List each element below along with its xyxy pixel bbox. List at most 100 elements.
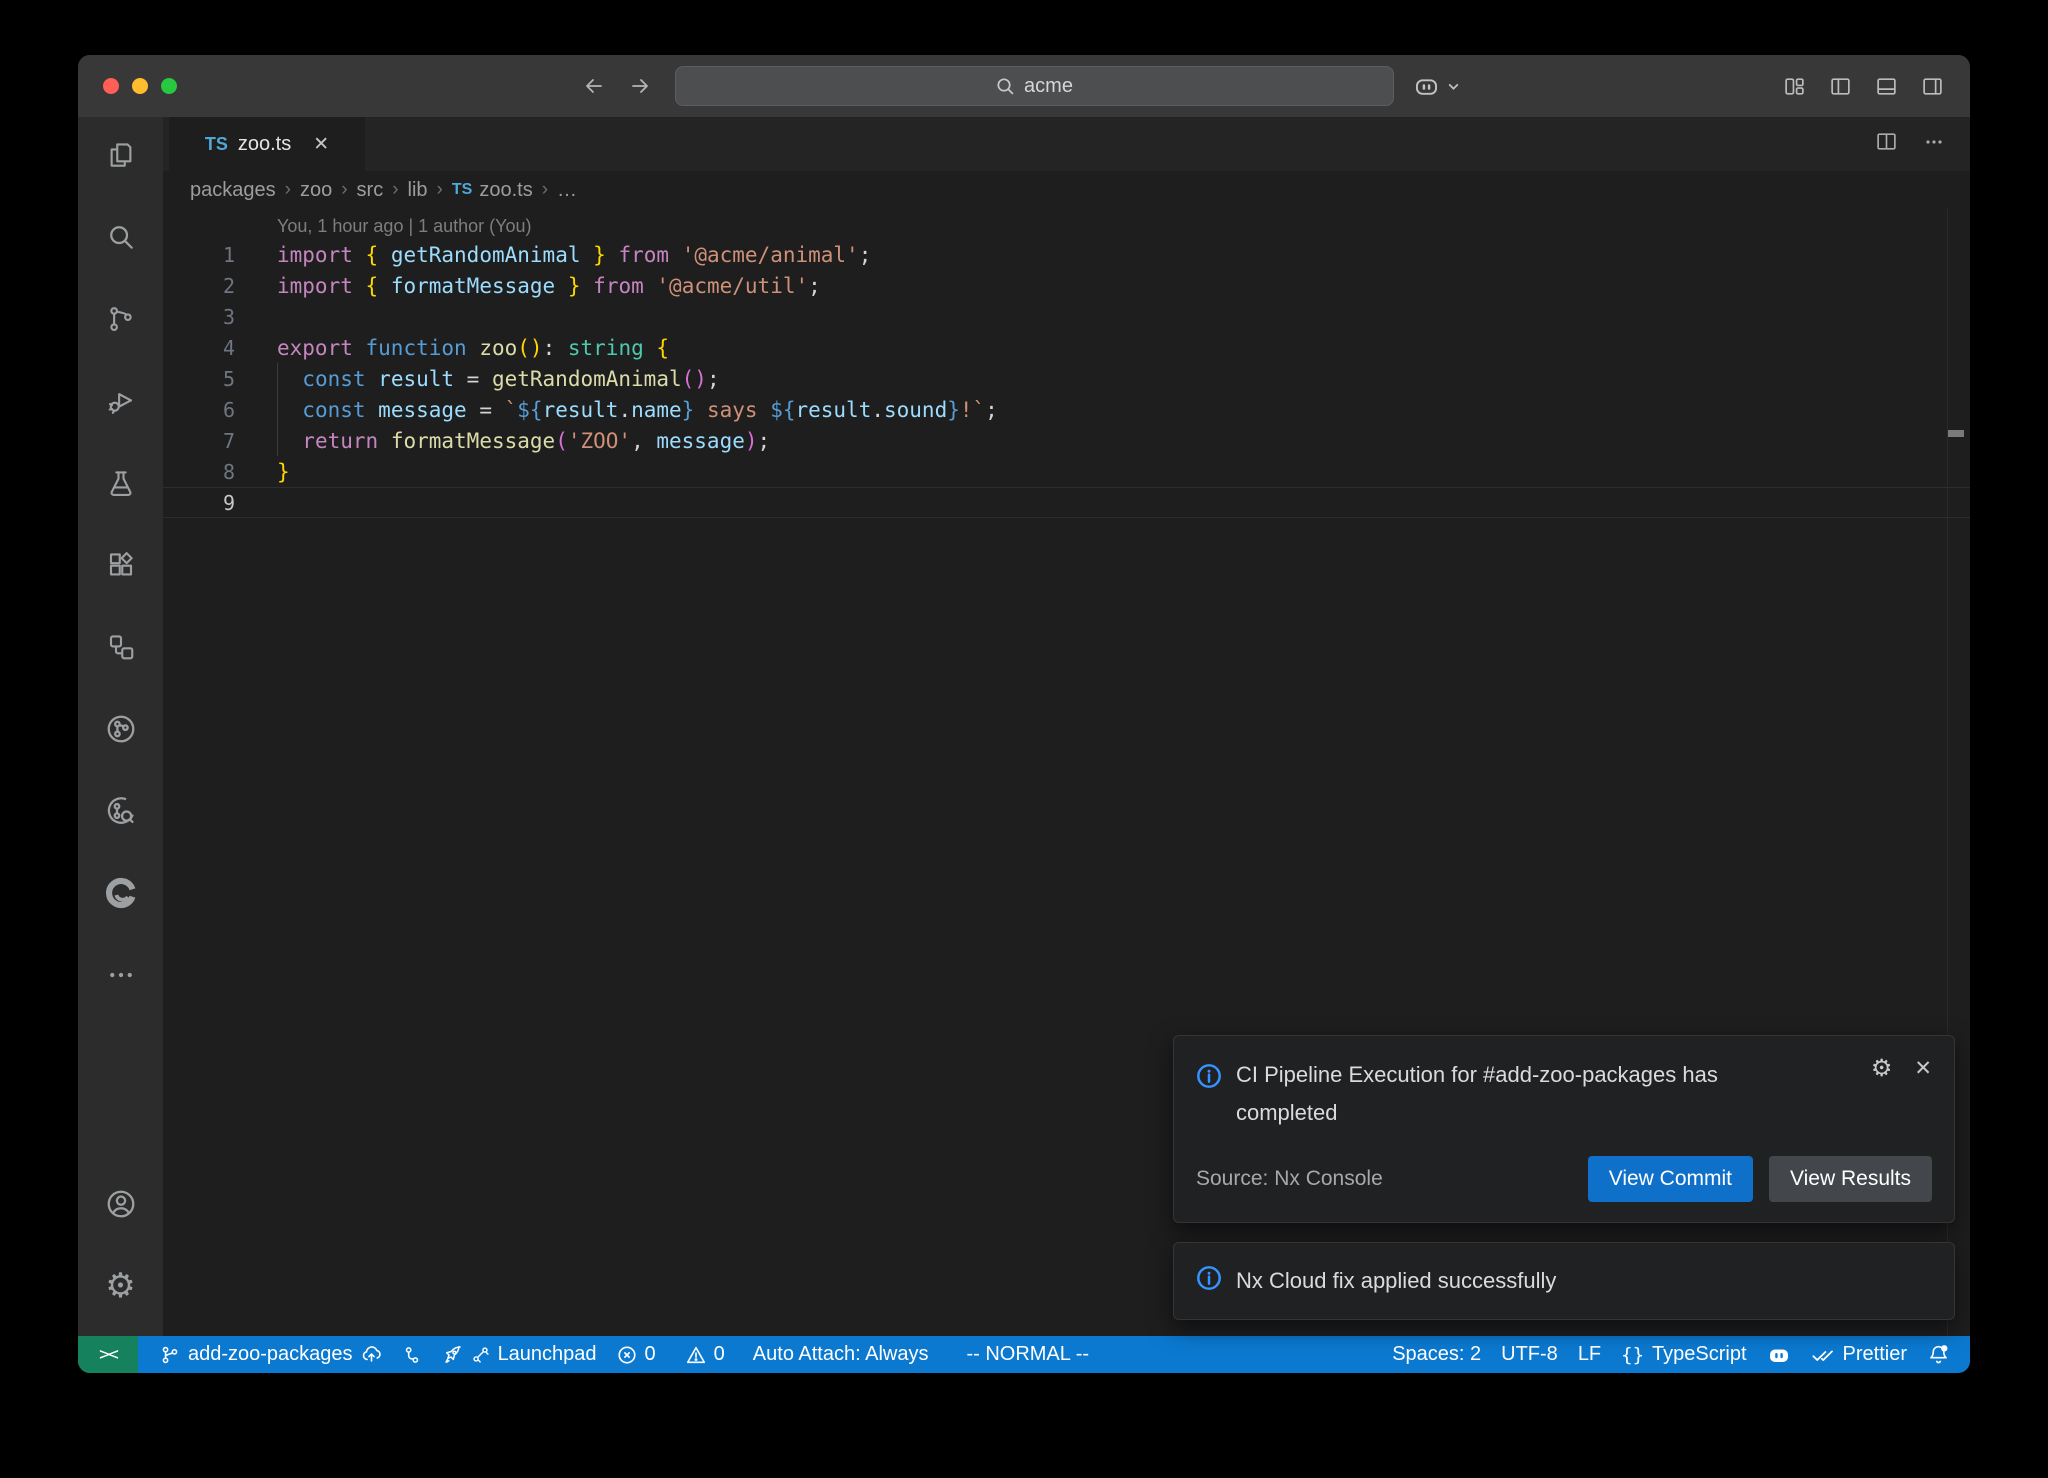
vim-mode-label: -- NORMAL -- <box>966 1343 1089 1366</box>
eol-status-item[interactable]: LF <box>1568 1336 1611 1373</box>
run-and-debug-icon[interactable] <box>78 369 163 433</box>
close-window-button[interactable] <box>103 78 119 94</box>
tab-bar: TS zoo.ts ✕ <box>163 117 1970 171</box>
eol-label: LF <box>1578 1343 1601 1366</box>
traffic-lights <box>103 55 177 117</box>
language-status-item[interactable]: {} TypeScript <box>1611 1336 1756 1373</box>
view-commit-button[interactable]: View Commit <box>1588 1156 1753 1202</box>
branch-status-item[interactable]: add-zoo-packages <box>150 1336 392 1373</box>
typescript-file-icon: TS <box>452 181 472 199</box>
search-text: acme <box>1024 75 1073 98</box>
code-line-7: 7 return formatMessage('ZOO', message); <box>163 425 1970 456</box>
zoom-window-button[interactable] <box>161 78 177 94</box>
git-branch-icon <box>160 1345 180 1365</box>
code-line-5: 5 const result = getRandomAnimal(); <box>163 363 1970 394</box>
source-control-icon[interactable] <box>78 287 163 351</box>
edge-tools-icon[interactable] <box>78 861 163 925</box>
vscode-window: acme <box>78 55 1970 1373</box>
breadcrumb-item-zoo-ts[interactable]: TSzoo.ts <box>452 179 533 202</box>
nx-console-icon[interactable] <box>78 615 163 679</box>
more-views-icon[interactable] <box>78 943 163 1007</box>
notifications-bell-item[interactable] <box>1917 1336 1960 1373</box>
code-text: } <box>277 460 290 484</box>
minimize-window-button[interactable] <box>132 78 148 94</box>
code-lines: 1import { getRandomAnimal } from '@acme/… <box>163 239 1970 518</box>
breadcrumb-separator: › <box>428 179 452 201</box>
code-line-4: 4 export function zoo(): string { <box>163 332 1970 363</box>
overview-ruler-mark <box>1948 430 1964 437</box>
notification-toast-nx-cloud: Nx Cloud fix applied successfully <box>1173 1242 1955 1320</box>
line-number: 3 <box>163 305 235 329</box>
code-line-8: 8} <box>163 456 1970 487</box>
search-view-icon[interactable] <box>78 205 163 269</box>
auto-attach-status-item[interactable]: Auto Attach: Always <box>743 1336 939 1373</box>
breadcrumb-separator: › <box>383 179 407 201</box>
breadcrumb-item--[interactable]: … <box>557 179 577 202</box>
notification-message: Nx Cloud fix applied successfully <box>1236 1268 1556 1294</box>
remote-indicator[interactable]: >< <box>78 1336 138 1373</box>
gitlens-icon[interactable] <box>78 697 163 761</box>
braces-icon: {} <box>1621 1344 1644 1366</box>
view-results-button[interactable]: View Results <box>1769 1156 1932 1202</box>
editor-more-actions-icon[interactable] <box>1922 130 1946 159</box>
error-icon <box>617 1345 637 1365</box>
testing-icon[interactable] <box>78 451 163 515</box>
line-number: 4 <box>163 336 235 360</box>
tab-zoo-ts[interactable]: TS zoo.ts ✕ <box>169 117 365 171</box>
explorer-icon[interactable] <box>78 123 163 187</box>
breadcrumb-item-lib[interactable]: lib <box>408 179 428 202</box>
plug-icon <box>471 1345 490 1364</box>
indentation-status-item[interactable]: Spaces: 2 <box>1382 1336 1491 1373</box>
breadcrumb-separator: › <box>533 179 557 201</box>
warning-icon <box>686 1345 706 1365</box>
error-count: 0 <box>645 1343 656 1366</box>
notification-settings-icon[interactable]: ⚙ <box>1871 1057 1893 1081</box>
settings-gear-icon[interactable]: ⚙ <box>78 1254 163 1318</box>
commit-graph-icon <box>402 1345 422 1365</box>
toggle-panel-icon[interactable] <box>1875 75 1898 98</box>
code-line-1: 1import { getRandomAnimal } from '@acme/… <box>163 239 1970 270</box>
breadcrumb-item-zoo[interactable]: zoo <box>300 179 332 202</box>
vim-mode-status-item[interactable]: -- NORMAL -- <box>956 1336 1099 1373</box>
notification-close-icon[interactable]: ✕ <box>1914 1056 1932 1081</box>
customize-layout-icon[interactable] <box>1783 75 1806 98</box>
accounts-icon[interactable] <box>78 1172 163 1236</box>
encoding-label: UTF-8 <box>1501 1343 1558 1366</box>
language-label: TypeScript <box>1652 1343 1746 1366</box>
notification-toast-ci-pipeline: CI Pipeline Execution for #add-zoo-packa… <box>1173 1035 1955 1223</box>
commit-graph-status-item[interactable] <box>392 1336 432 1373</box>
code-text: import { getRandomAnimal } from '@acme/a… <box>277 243 871 267</box>
line-number: 8 <box>163 460 235 484</box>
launchpad-status-item[interactable]: Launchpad <box>432 1336 607 1373</box>
line-number: 9 <box>163 491 235 515</box>
forward-arrow-icon[interactable] <box>628 74 652 98</box>
tab-close-icon[interactable]: ✕ <box>313 133 329 156</box>
indentation-label: Spaces: 2 <box>1392 1343 1481 1366</box>
formatter-label: Prettier <box>1843 1343 1907 1366</box>
code-text: export function zoo(): string { <box>277 336 669 360</box>
notification-message: CI Pipeline Execution for #add-zoo-packa… <box>1236 1056 1796 1132</box>
formatter-status-item[interactable]: Prettier <box>1801 1336 1917 1373</box>
back-arrow-icon[interactable] <box>582 74 606 98</box>
toggle-primary-sidebar-icon[interactable] <box>1829 75 1852 98</box>
command-center-search[interactable]: acme <box>675 66 1394 106</box>
code-line-2: 2import { formatMessage } from '@acme/ut… <box>163 270 1970 301</box>
split-editor-icon[interactable] <box>1875 130 1898 158</box>
gitlens-inspect-icon[interactable] <box>78 779 163 843</box>
cloud-upload-icon <box>361 1344 382 1365</box>
info-icon <box>1196 1265 1222 1297</box>
extensions-icon[interactable] <box>78 533 163 597</box>
copilot-menu[interactable] <box>1413 55 1460 117</box>
auto-attach-label: Auto Attach: Always <box>753 1343 929 1366</box>
copilot-status-item[interactable] <box>1757 1336 1801 1373</box>
toggle-secondary-sidebar-icon[interactable] <box>1921 75 1944 98</box>
code-text: const message = `${result.name} says ${r… <box>277 398 998 422</box>
notification-source: Source: Nx Console <box>1196 1167 1383 1191</box>
chevron-down-icon <box>1447 80 1460 93</box>
breadcrumb-item-src[interactable]: src <box>357 179 384 202</box>
problems-status-item[interactable]: 0 0 <box>607 1336 735 1373</box>
encoding-status-item[interactable]: UTF-8 <box>1491 1336 1568 1373</box>
line-number: 2 <box>163 274 235 298</box>
breadcrumb-item-packages[interactable]: packages <box>190 179 276 202</box>
bell-icon <box>1927 1343 1950 1366</box>
